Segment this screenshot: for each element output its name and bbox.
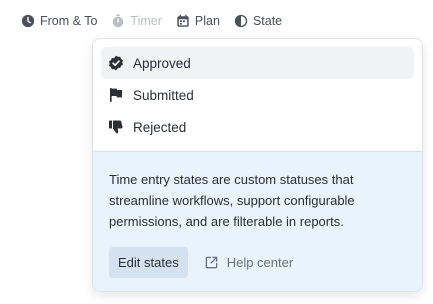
timer-button[interactable]: Timer	[111, 14, 162, 28]
stopwatch-icon	[113, 14, 124, 28]
help-center-link[interactable]: Help center	[204, 255, 293, 270]
half-circle-icon	[234, 14, 248, 28]
clock-icon	[21, 14, 35, 28]
edit-states-button[interactable]: Edit states	[109, 247, 188, 278]
rejected-label: Rejected	[133, 119, 187, 135]
states-info-panel: Time entry states are custom statuses th…	[93, 151, 422, 291]
timer-label: Timer	[130, 14, 162, 28]
state-option-submitted[interactable]: Submitted	[101, 79, 414, 111]
external-link-icon	[205, 256, 218, 269]
check-badge-icon	[109, 55, 123, 71]
state-option-rejected[interactable]: Rejected	[101, 111, 414, 143]
calendar-icon	[177, 14, 189, 27]
info-actions: Edit states Help center	[109, 247, 406, 278]
plan-button[interactable]: Plan	[176, 14, 220, 28]
plan-label: Plan	[194, 14, 220, 28]
thumbs-down-icon	[109, 120, 123, 134]
from-to-button[interactable]: From & To	[21, 14, 97, 28]
state-options-list: Approved Submitted Rejected	[93, 39, 422, 143]
entry-toolbar: From & To Timer Plan State	[21, 12, 296, 30]
state-popover: Approved Submitted Rejected Time entry s…	[92, 38, 423, 292]
approved-label: Approved	[133, 55, 191, 71]
state-button[interactable]: State	[234, 14, 282, 28]
flag-icon	[110, 88, 122, 102]
state-option-approved[interactable]: Approved	[101, 47, 414, 79]
help-center-label: Help center	[226, 255, 294, 270]
submitted-label: Submitted	[133, 87, 194, 103]
from-to-label: From & To	[40, 14, 98, 28]
state-label: State	[252, 14, 283, 28]
states-info-text: Time entry states are custom statuses th…	[109, 172, 355, 229]
